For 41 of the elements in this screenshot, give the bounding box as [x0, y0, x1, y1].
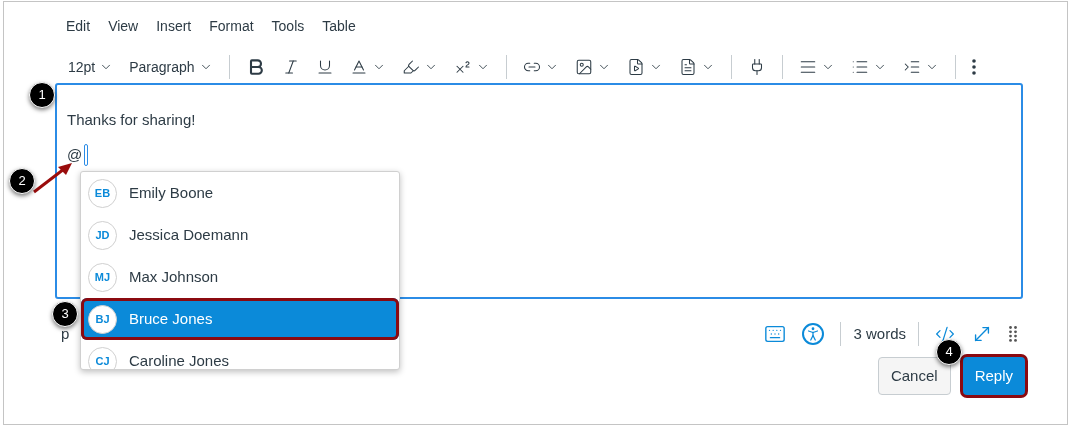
- mention-option[interactable]: EB Emily Boone: [81, 172, 399, 214]
- avatar-initials: CJ: [88, 346, 117, 369]
- image-icon: [574, 58, 593, 76]
- cancel-button[interactable]: Cancel: [877, 357, 951, 395]
- toolbar-select[interactable]: 12pt: [60, 51, 122, 83]
- editor-text: @: [67, 144, 83, 165]
- avatar-initials: MJ: [88, 262, 117, 292]
- mention-option[interactable]: MJ Max Johnson: [81, 256, 399, 298]
- more-icon: [971, 59, 976, 75]
- mention-option[interactable]: BJ Bruce Jones: [81, 298, 399, 340]
- editor-text: Thanks for sharing!: [67, 109, 196, 130]
- align-icon: [798, 58, 817, 76]
- superscript-icon: [453, 58, 472, 76]
- keyboard-icon[interactable]: [764, 323, 787, 345]
- reply-button[interactable]: Reply: [962, 357, 1025, 395]
- menu-item[interactable]: Table: [322, 16, 356, 37]
- mention-name: Bruce Jones: [129, 308, 213, 329]
- menu-item[interactable]: View: [108, 16, 139, 37]
- code-icon[interactable]: [935, 324, 955, 344]
- document-icon: [678, 58, 697, 76]
- menu-item[interactable]: Insert: [156, 16, 192, 37]
- highlighter-icon: [401, 58, 420, 76]
- mention-name: Caroline Jones: [129, 350, 230, 369]
- accessibility-icon[interactable]: [802, 323, 825, 345]
- mention-name: Max Johnson: [129, 266, 219, 287]
- menu-item[interactable]: Tools: [271, 16, 305, 37]
- avatar-initials: BJ: [88, 304, 117, 334]
- mention-option[interactable]: CJ Caroline Jones: [81, 340, 399, 369]
- menu-item[interactable]: Edit: [66, 16, 91, 37]
- mention-name: Jessica Doemann: [129, 224, 249, 245]
- indent-icon: [902, 58, 921, 76]
- toolbar-select[interactable]: Paragraph: [121, 51, 221, 83]
- bullet-list-icon: [850, 58, 869, 76]
- menu-item[interactable]: Format: [209, 16, 254, 37]
- resize-handle-icon[interactable]: [1009, 326, 1017, 342]
- word-count: 3 words: [853, 323, 906, 344]
- mention-name: Emily Boone: [129, 182, 214, 203]
- media-icon: [626, 58, 645, 76]
- avatar-initials: EB: [88, 178, 117, 208]
- avatar-initials: JD: [88, 220, 117, 250]
- mention-option[interactable]: JD Jessica Doemann: [81, 214, 399, 256]
